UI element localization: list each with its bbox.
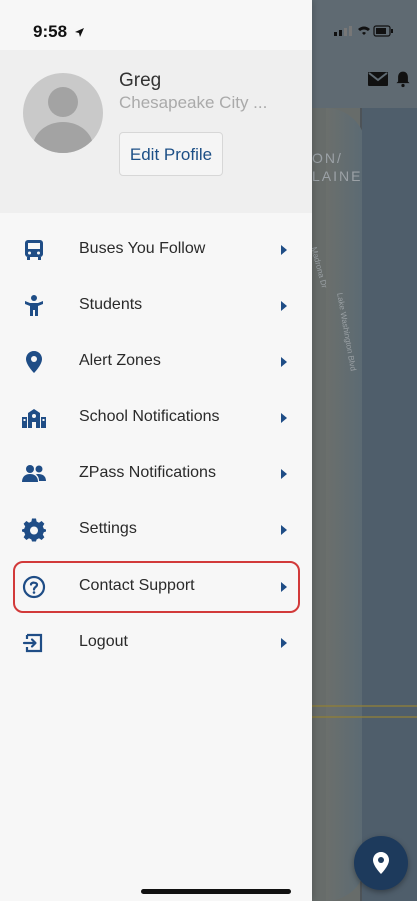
map-background[interactable]: ON/ LAINE Madrona Dr Lake Washington Blv…	[300, 0, 417, 901]
menu-item-label: Logout	[79, 633, 128, 650]
profile-name: Greg	[119, 70, 162, 91]
bus-icon	[25, 240, 43, 260]
menu-item-label: Settings	[79, 520, 137, 537]
bell-icon[interactable]	[392, 70, 414, 88]
location-fab-button[interactable]	[354, 836, 408, 890]
map-pin-icon	[373, 852, 389, 874]
menu-item-label: School Notifications	[79, 408, 220, 425]
contact-support-highlight	[13, 561, 300, 613]
menu-item-settings[interactable]: Settings	[0, 502, 312, 558]
chevron-right-icon	[281, 638, 287, 648]
avatar-head	[48, 87, 78, 117]
menu-item-label: Buses You Follow	[79, 240, 206, 257]
menu-item-buses-you-follow[interactable]: Buses You Follow	[0, 222, 312, 278]
map-header-bar	[300, 0, 417, 108]
avatar[interactable]	[23, 73, 103, 153]
chevron-right-icon	[281, 245, 287, 255]
chevron-right-icon	[281, 525, 287, 535]
profile-organization: Chesapeake City ...	[119, 93, 268, 112]
student-icon	[25, 295, 43, 316]
map-road	[300, 705, 417, 707]
home-indicator[interactable]	[141, 889, 291, 894]
status-bar: 9:58	[0, 0, 312, 50]
menu-item-zpass-notifications[interactable]: ZPass Notifications	[0, 446, 312, 502]
menu-item-school-notifications[interactable]: School Notifications	[0, 390, 312, 446]
status-icons	[334, 25, 393, 37]
school-icon	[22, 409, 46, 428]
logout-icon	[22, 633, 43, 653]
map-road	[300, 716, 417, 718]
navigation-drawer: 9:58 Greg Chesapeake City ... Edit Profi…	[0, 0, 312, 901]
chevron-right-icon	[281, 469, 287, 479]
menu-item-students[interactable]: Students	[0, 278, 312, 334]
mail-icon[interactable]	[367, 70, 389, 88]
menu-item-logout[interactable]: Logout	[0, 615, 312, 671]
menu-item-label: ZPass Notifications	[79, 464, 216, 481]
edit-profile-button[interactable]: Edit Profile	[119, 132, 223, 176]
map-pin-icon	[26, 351, 42, 373]
map-area-label: LAINE	[312, 168, 363, 184]
gear-icon	[22, 518, 46, 542]
menu-item-label: Alert Zones	[79, 352, 161, 369]
location-arrow-icon	[74, 28, 84, 38]
chevron-right-icon	[281, 357, 287, 367]
chevron-right-icon	[281, 301, 287, 311]
menu-item-alert-zones[interactable]: Alert Zones	[0, 334, 312, 390]
map-shoreline	[326, 108, 366, 901]
menu-item-label: Students	[79, 296, 143, 313]
avatar-body	[33, 122, 93, 153]
status-time: 9:58	[33, 22, 85, 42]
profile-header: Greg Chesapeake City ... Edit Profile	[0, 50, 312, 213]
map-area-label: ON/	[312, 150, 343, 166]
users-icon	[22, 465, 46, 482]
map-water	[362, 108, 417, 901]
chevron-right-icon	[281, 413, 287, 423]
